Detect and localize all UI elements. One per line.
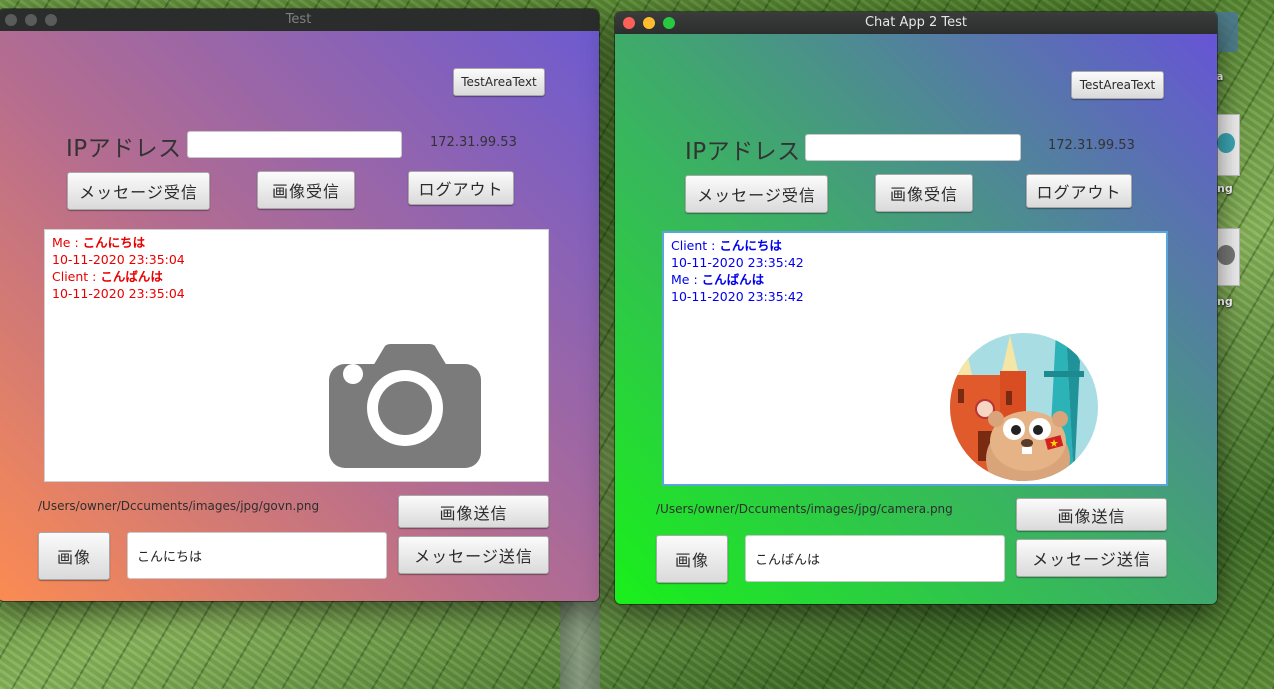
send-image-button[interactable]: 画像送信 xyxy=(398,495,549,528)
ip-address-input[interactable] xyxy=(805,134,1021,161)
message-sender: Client : xyxy=(671,238,720,253)
selected-file-path: /Users/owner/Dccuments/images/jpg/camera… xyxy=(656,502,953,516)
message-text-area[interactable]: Me : こんにちは 10-11-2020 23:35:04 Client : … xyxy=(44,229,549,482)
chat-window-chat-app-2: Chat App 2 Test TestAreaText IPアドレス 172.… xyxy=(615,12,1217,604)
test-area-text-button[interactable]: TestAreaText xyxy=(453,68,545,96)
message-line: Client : こんにちは xyxy=(671,237,804,254)
message-text-area[interactable]: Client : こんにちは 10-11-2020 23:35:42 Me : … xyxy=(662,231,1168,486)
message-timestamp: 10-11-2020 23:35:42 xyxy=(671,289,804,304)
ip-address-value: 172.31.99.53 xyxy=(1048,138,1135,153)
gopher-vietnam-illustration xyxy=(950,333,1098,481)
message-line: Me : こんにちは xyxy=(52,234,185,251)
message-text: こんにちは xyxy=(82,235,146,250)
receive-message-button[interactable]: メッセージ受信 xyxy=(67,172,210,210)
message-timestamp: 10-11-2020 23:35:42 xyxy=(671,255,804,270)
ip-address-value: 172.31.99.53 xyxy=(430,135,517,150)
window-content: TestAreaText IPアドレス 172.31.99.53 メッセージ受信… xyxy=(615,34,1217,604)
close-window-button[interactable] xyxy=(623,17,635,29)
chat-window-test: Test TestAreaText IPアドレス 172.31.99.53 メッ… xyxy=(0,9,599,601)
message-sender: Client : xyxy=(52,269,101,284)
zoom-window-button[interactable] xyxy=(663,17,675,29)
message-text: こんばんは xyxy=(100,269,163,284)
message-line: Me : こんばんは xyxy=(671,271,804,288)
logout-button[interactable]: ログアウト xyxy=(1026,174,1132,208)
ip-address-label: IPアドレス xyxy=(66,136,182,162)
message-line: Client : こんばんは xyxy=(52,268,185,285)
ip-address-label: IPアドレス xyxy=(685,139,801,165)
desktop-image-file-icon[interactable] xyxy=(1214,114,1240,176)
receive-image-button[interactable]: 画像受信 xyxy=(875,174,973,212)
window-titlebar[interactable]: Test xyxy=(0,9,599,31)
selected-file-path: /Users/owner/Dccuments/images/jpg/govn.p… xyxy=(38,499,320,513)
window-content: TestAreaText IPアドレス 172.31.99.53 メッセージ受信… xyxy=(0,31,599,601)
zoom-window-button[interactable] xyxy=(45,14,57,26)
close-window-button[interactable] xyxy=(5,14,17,26)
window-title: Chat App 2 Test xyxy=(864,15,968,30)
message-list: Client : こんにちは 10-11-2020 23:35:42 Me : … xyxy=(671,237,804,305)
message-input[interactable]: こんにちは xyxy=(127,532,387,579)
window-title: Test xyxy=(285,12,312,27)
desktop-image-file-icon[interactable] xyxy=(1214,228,1240,286)
minimize-window-button[interactable] xyxy=(643,17,655,29)
send-message-button[interactable]: メッセージ送信 xyxy=(398,536,549,574)
message-list: Me : こんにちは 10-11-2020 23:35:04 Client : … xyxy=(52,234,185,302)
receive-image-button[interactable]: 画像受信 xyxy=(257,171,355,209)
message-timestamp: 10-11-2020 23:35:04 xyxy=(52,252,185,267)
send-message-button[interactable]: メッセージ送信 xyxy=(1016,539,1167,577)
test-area-text-button[interactable]: TestAreaText xyxy=(1071,71,1164,99)
desktop-road xyxy=(560,600,600,689)
logout-button[interactable]: ログアウト xyxy=(408,171,514,205)
message-sender: Me : xyxy=(671,272,702,287)
image-select-button[interactable]: 画像 xyxy=(656,535,728,583)
desktop-icon-label: ng xyxy=(1217,295,1233,308)
camera-icon xyxy=(329,344,481,468)
window-titlebar[interactable]: Chat App 2 Test xyxy=(615,12,1217,34)
desktop-icon-label: a xyxy=(1216,70,1224,83)
send-image-button[interactable]: 画像送信 xyxy=(1016,498,1167,531)
ip-address-input[interactable] xyxy=(187,131,402,158)
message-text: こんにちは xyxy=(719,238,782,253)
message-sender: Me : xyxy=(52,235,83,250)
message-timestamp: 10-11-2020 23:35:04 xyxy=(52,286,185,301)
image-select-button[interactable]: 画像 xyxy=(38,532,110,580)
receive-message-button[interactable]: メッセージ受信 xyxy=(685,175,828,213)
desktop-icon-label: ng xyxy=(1217,182,1233,195)
message-input[interactable]: こんばんは xyxy=(745,535,1005,582)
message-text: こんばんは xyxy=(701,272,765,287)
minimize-window-button[interactable] xyxy=(25,14,37,26)
